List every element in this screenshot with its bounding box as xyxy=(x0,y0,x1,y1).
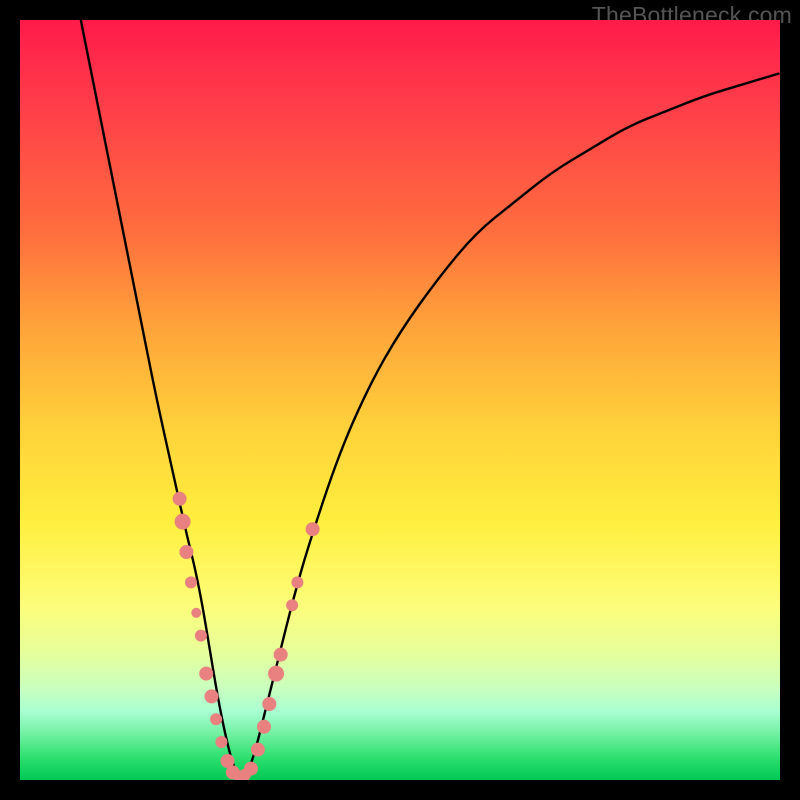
outer-frame: TheBottleneck.com xyxy=(0,0,800,800)
plot-area xyxy=(20,20,780,780)
data-marker xyxy=(306,522,320,536)
data-marker xyxy=(286,599,298,611)
data-marker xyxy=(191,608,201,618)
chart-svg xyxy=(20,20,780,780)
data-marker xyxy=(244,762,258,776)
data-marker xyxy=(239,769,251,780)
data-marker xyxy=(226,765,240,779)
data-marker xyxy=(274,648,288,662)
data-marker xyxy=(205,689,219,703)
bottleneck-curve xyxy=(81,20,780,777)
data-marker xyxy=(251,743,265,757)
data-marker xyxy=(195,630,207,642)
data-marker xyxy=(215,736,227,748)
data-marker xyxy=(257,720,271,734)
data-marker xyxy=(210,713,222,725)
data-marker xyxy=(233,770,245,780)
data-marker xyxy=(175,514,191,530)
data-marker xyxy=(268,666,284,682)
marker-group xyxy=(173,492,320,780)
data-marker xyxy=(185,576,197,588)
data-marker xyxy=(262,697,276,711)
data-marker xyxy=(179,545,193,559)
data-marker xyxy=(173,492,187,506)
data-marker xyxy=(221,754,235,768)
data-marker xyxy=(291,576,303,588)
data-marker xyxy=(199,667,213,681)
